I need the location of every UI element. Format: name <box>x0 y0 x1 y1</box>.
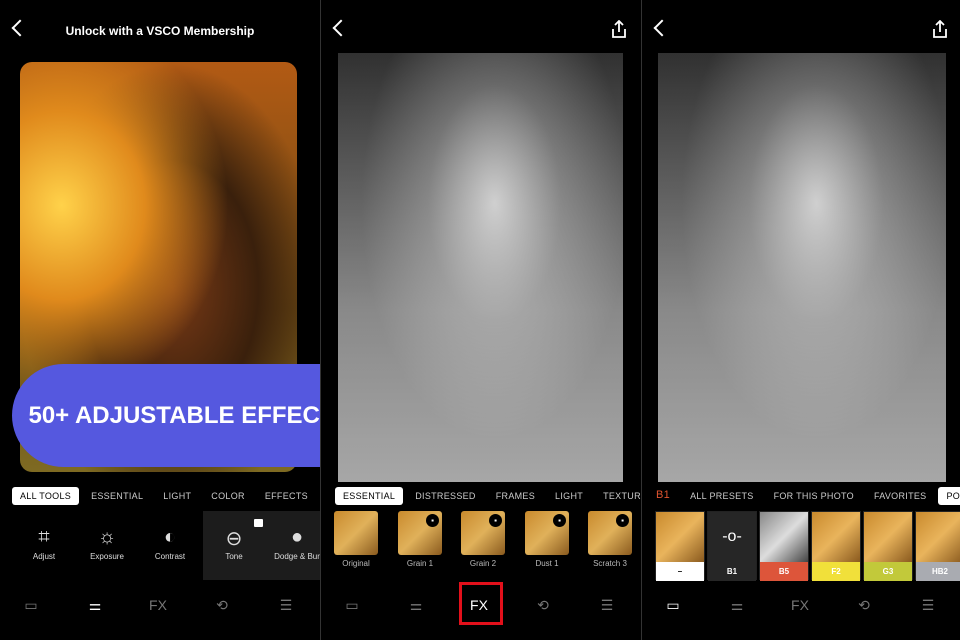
tab-popular[interactable]: POPULA <box>938 487 960 505</box>
tab-light[interactable]: LIGHT <box>547 487 591 505</box>
preset-label: B5 <box>760 562 808 581</box>
tab-all-tools[interactable]: ALL TOOLS <box>12 487 80 505</box>
effect-label: Dust 1 <box>535 559 559 568</box>
effect-label: Scratch 3 <box>593 559 627 568</box>
fx-highlight-box <box>459 582 503 625</box>
preset-label: F2 <box>812 562 860 581</box>
tool-label: Dodge & Bur <box>274 552 320 561</box>
tool-label: Exposure <box>90 552 124 561</box>
tab-for-this-photo[interactable]: FOR THIS PHOTO <box>766 487 862 505</box>
effect-label: Original <box>342 559 370 568</box>
preset-b1[interactable]: -o- B1 <box>707 511 757 581</box>
preset-thumbnail <box>916 512 960 562</box>
tool-label: Contrast <box>154 552 186 561</box>
membership-title[interactable]: Unlock with a VSCO Membership <box>0 24 320 38</box>
dodge-burn-icon: ● <box>290 526 304 548</box>
history-icon[interactable]: ⟲ <box>848 590 880 620</box>
photo-preview-bw <box>658 53 946 482</box>
preset-thumbnail <box>864 512 912 562</box>
tone-icon: ⊖ <box>225 528 243 550</box>
tab-all-presets[interactable]: ALL PRESETS <box>682 487 762 505</box>
effects-banner: 50+ ADJUSTABLE EFFECTS <box>12 364 320 467</box>
sun-icon: ☼ <box>97 526 117 548</box>
tab-favorites[interactable]: FAVORITES <box>866 487 935 505</box>
tab-frames[interactable]: FRAMES <box>488 487 543 505</box>
preset-label: G3 <box>864 562 912 581</box>
back-icon[interactable] <box>653 19 671 37</box>
preset-hb2[interactable]: HB2 <box>915 511 960 581</box>
slider-icon: -o- <box>708 512 756 562</box>
history-icon[interactable]: ⟲ <box>206 590 238 620</box>
bottom-nav: ▭ ⚌ FX ⟲ ☰ <box>0 590 320 620</box>
preset-label: – <box>656 562 704 581</box>
bottom-nav: ▭ ⚌ FX ⟲ ☰ <box>642 590 960 620</box>
tool-label: Adjust <box>32 552 56 561</box>
tool-exposure[interactable]: ☼ Exposure <box>75 526 139 561</box>
presets-panel: B1 ALL PRESETS FOR THIS PHOTO FAVORITES … <box>642 0 960 640</box>
share-icon[interactable] <box>611 20 627 38</box>
lock-icon: ▪ <box>426 514 439 527</box>
effect-thumb-dust-1[interactable]: ▪ <box>525 511 569 555</box>
preset-none[interactable]: – <box>655 511 705 581</box>
tab-effects[interactable]: EFFECTS <box>257 487 316 505</box>
recipes-icon[interactable]: ☰ <box>270 590 302 620</box>
studio-icon[interactable]: ▭ <box>336 590 368 620</box>
preset-thumbnail <box>812 512 860 562</box>
effect-label: Grain 1 <box>406 559 434 568</box>
effect-thumb-grain-2[interactable]: ▪ <box>461 511 505 555</box>
effect-thumb-grain-1[interactable]: ▪ <box>398 511 442 555</box>
studio-icon[interactable]: ▭ <box>15 590 47 620</box>
adjust-sliders-icon[interactable]: ⚌ <box>79 590 111 620</box>
lock-icon: ▪ <box>489 514 502 527</box>
effect-thumb-original[interactable] <box>334 511 378 555</box>
tool-tabs: ALL TOOLS ESSENTIAL LIGHT COLOR EFFECTS <box>12 487 316 505</box>
tab-texture[interactable]: TEXTURE <box>595 487 641 505</box>
tab-light[interactable]: LIGHT <box>155 487 199 505</box>
preset-f2[interactable]: F2 <box>811 511 861 581</box>
contrast-icon: ◐ <box>163 526 177 548</box>
history-icon[interactable]: ⟲ <box>527 590 559 620</box>
tab-color[interactable]: COLOR <box>203 487 253 505</box>
tool-label: Tone <box>225 552 243 561</box>
photo-preview-bw <box>338 53 623 482</box>
back-icon[interactable] <box>332 19 350 37</box>
tool-tone[interactable]: ⊖ Tone <box>202 526 266 561</box>
current-preset: B1 <box>656 489 671 501</box>
tools-panel: Unlock with a VSCO Membership 50+ ADJUST… <box>0 0 320 640</box>
adjust-sliders-icon[interactable]: ⚌ <box>721 590 753 620</box>
preset-label: HB2 <box>916 562 960 581</box>
fx-icon[interactable]: FX <box>784 590 816 620</box>
studio-icon[interactable]: ▭ <box>657 590 689 620</box>
fx-tabs: ESSENTIAL DISTRESSED FRAMES LIGHT TEXTUR… <box>335 487 641 505</box>
tool-contrast[interactable]: ◐ Contrast <box>138 526 202 561</box>
fx-panel: ESSENTIAL DISTRESSED FRAMES LIGHT TEXTUR… <box>321 0 641 640</box>
recipes-icon[interactable]: ☰ <box>591 590 623 620</box>
preset-tabs: B1 ALL PRESETS FOR THIS PHOTO FAVORITES … <box>648 487 960 505</box>
preset-b5[interactable]: B5 <box>759 511 809 581</box>
preset-thumbnail <box>760 512 808 562</box>
crop-icon: ⌗ <box>38 526 50 548</box>
share-icon[interactable] <box>932 20 948 38</box>
effect-thumb-scratch-3[interactable]: ▪ <box>588 511 632 555</box>
tab-distressed[interactable]: DISTRESSED <box>407 487 484 505</box>
tab-essential[interactable]: ESSENTIAL <box>335 487 404 505</box>
recipes-icon[interactable]: ☰ <box>912 590 944 620</box>
tool-dodge-burn[interactable]: ● Dodge & Bur <box>265 526 320 561</box>
preset-thumbnail <box>656 512 704 562</box>
fx-icon[interactable]: FX <box>142 590 174 620</box>
adjust-sliders-icon[interactable]: ⚌ <box>400 590 432 620</box>
preset-label: B1 <box>708 562 756 581</box>
lock-icon: ▪ <box>553 514 566 527</box>
preset-g3[interactable]: G3 <box>863 511 913 581</box>
tab-essential[interactable]: ESSENTIAL <box>83 487 151 505</box>
lock-icon: ▪ <box>616 514 629 527</box>
tool-adjust[interactable]: ⌗ Adjust <box>12 526 76 561</box>
effect-label: Grain 2 <box>469 559 497 568</box>
